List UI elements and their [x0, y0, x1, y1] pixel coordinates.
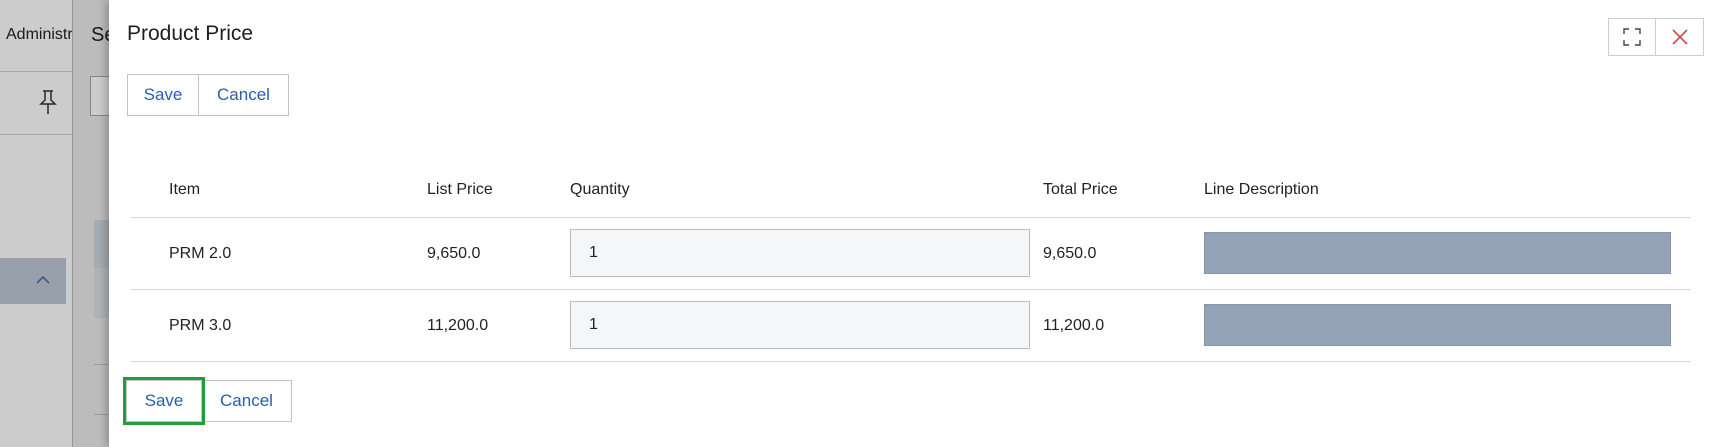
total-price-cell: 9,650.0	[1043, 245, 1097, 262]
dialog-title: Product Price	[127, 22, 254, 45]
column-header-total-price: Total Price	[1043, 181, 1118, 198]
list-price-cell: 11,200.0	[427, 317, 489, 334]
table-row: PRM 2.0 9,650.0 9,650.0	[131, 218, 1691, 290]
maximize-button[interactable]	[1608, 18, 1656, 56]
total-price-cell: 11,200.0	[1043, 317, 1105, 334]
window-controls	[1608, 18, 1704, 56]
item-cell: PRM 3.0	[169, 317, 232, 334]
column-header-quantity: Quantity	[570, 181, 630, 198]
table-header: Item List Price Quantity Total Price Lin…	[131, 160, 1691, 218]
save-button[interactable]: Save	[123, 377, 205, 425]
quantity-input[interactable]	[570, 301, 1030, 349]
line-description-field[interactable]	[1204, 232, 1671, 274]
list-price-cell: 9,650.0	[427, 245, 481, 262]
close-icon	[1671, 29, 1688, 45]
close-button[interactable]	[1656, 18, 1704, 56]
column-header-line-description: Line Description	[1204, 181, 1319, 198]
column-header-item: Item	[169, 181, 201, 198]
cancel-button[interactable]: Cancel	[202, 380, 292, 422]
table-row: PRM 3.0 11,200.0 11,200.0	[131, 290, 1691, 362]
line-description-field[interactable]	[1204, 304, 1671, 346]
column-header-list-price: List Price	[427, 181, 493, 198]
maximize-icon	[1623, 28, 1641, 46]
item-cell: PRM 2.0	[169, 245, 232, 262]
quantity-input[interactable]	[570, 229, 1030, 277]
cancel-button[interactable]: Cancel	[199, 74, 289, 116]
top-action-bar: Save Cancel	[127, 74, 289, 116]
bottom-action-bar: Save Cancel	[123, 377, 292, 425]
save-button[interactable]: Save	[127, 74, 199, 116]
product-price-dialog: Product Price Save Cancel Item List Pric…	[109, 0, 1724, 447]
product-price-table: Item List Price Quantity Total Price Lin…	[131, 160, 1691, 362]
